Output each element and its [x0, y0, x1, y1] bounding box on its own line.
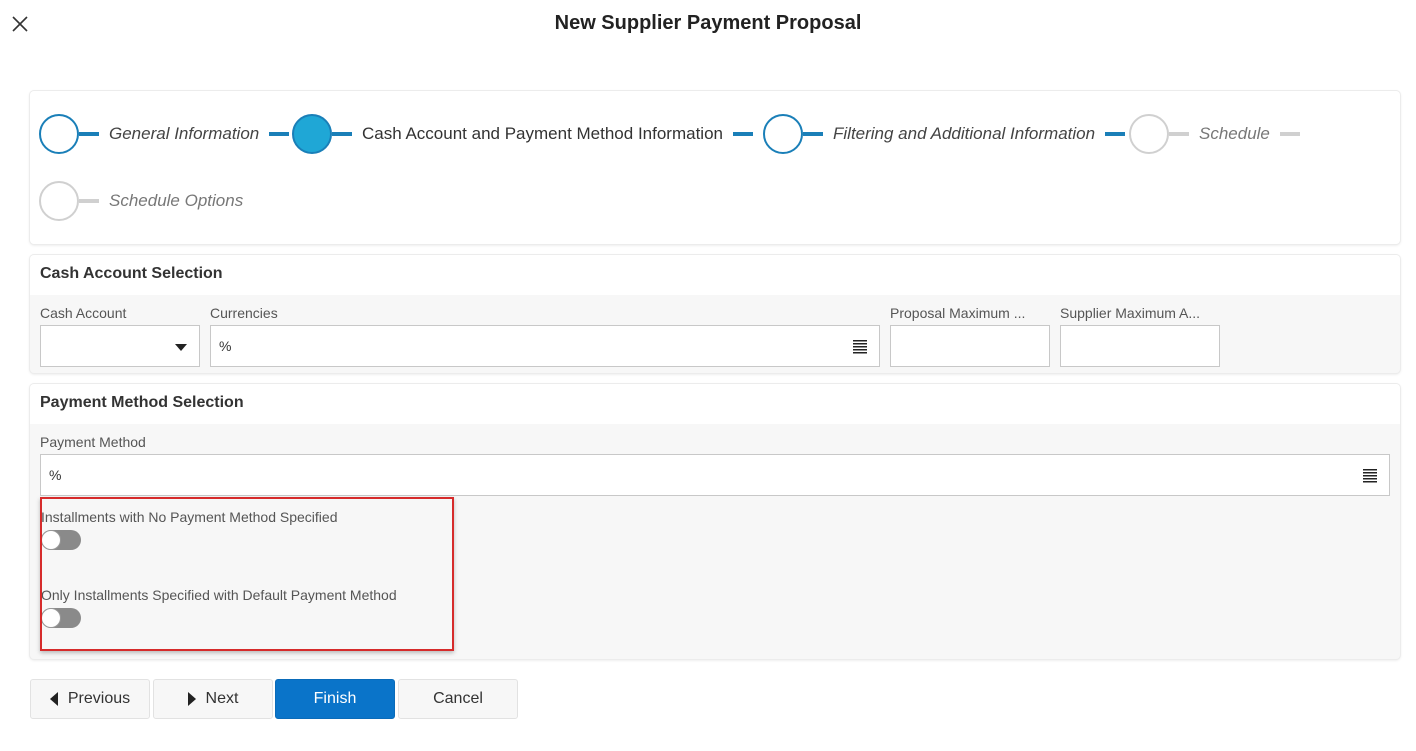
- step-filtering-additional-information[interactable]: Filtering and Additional Information: [763, 113, 1126, 155]
- step-indicator-icon: [39, 181, 79, 221]
- step-schedule[interactable]: Schedule: [1129, 113, 1300, 155]
- finish-label: Finish: [313, 690, 357, 707]
- no-payment-method-label: Installments with No Payment Method Spec…: [41, 509, 338, 525]
- caret-left-icon: [49, 692, 58, 706]
- supplier-maximum-label: Supplier Maximum A...: [1060, 305, 1201, 321]
- step-label: Filtering and Additional Information: [833, 124, 1096, 143]
- cash-account-panel: Cash Account Selection Cash Account Curr…: [30, 255, 1400, 373]
- toggle-knob: [41, 530, 61, 550]
- cash-account-section-title: Cash Account Selection: [30, 255, 1400, 295]
- list-icon[interactable]: [1363, 469, 1377, 483]
- step-cash-account-payment-method[interactable]: Cash Account and Payment Method Informat…: [292, 113, 753, 155]
- finish-button[interactable]: Finish: [275, 679, 395, 719]
- step-indicator-icon: [1129, 114, 1169, 154]
- cash-account-dropdown[interactable]: [40, 325, 200, 367]
- previous-label: Previous: [67, 690, 131, 707]
- cancel-label: Cancel: [433, 690, 483, 707]
- default-payment-method-toggle[interactable]: [41, 608, 81, 628]
- step-general-information[interactable]: General Information: [39, 113, 290, 155]
- payment-method-section-title: Payment Method Selection: [30, 384, 1400, 424]
- dialog-title: New Supplier Payment Proposal: [554, 12, 862, 34]
- payment-method-panel: Payment Method Selection Payment Method …: [30, 384, 1400, 659]
- payment-method-value: %: [49, 467, 62, 483]
- currencies-input[interactable]: %: [210, 325, 880, 367]
- toggle-knob: [41, 608, 61, 628]
- proposal-maximum-label: Proposal Maximum ...: [890, 305, 1026, 321]
- wizard-stepper: General Information Cash Account and Pay…: [30, 91, 1400, 244]
- list-icon[interactable]: [853, 340, 867, 354]
- step-label: Schedule: [1199, 124, 1270, 143]
- previous-button[interactable]: Previous: [30, 679, 150, 719]
- step-label: General Information: [109, 124, 260, 143]
- step-indicator-icon: [292, 114, 332, 154]
- currencies-value: %: [219, 338, 232, 354]
- step-label: Cash Account and Payment Method Informat…: [362, 124, 723, 143]
- cancel-button[interactable]: Cancel: [398, 679, 518, 719]
- cash-account-label: Cash Account: [40, 305, 127, 321]
- default-payment-method-label: Only Installments Specified with Default…: [41, 587, 397, 603]
- no-payment-method-toggle[interactable]: [41, 530, 81, 550]
- next-label: Next: [205, 690, 239, 707]
- step-label: Schedule Options: [109, 191, 244, 210]
- currencies-label: Currencies: [210, 305, 278, 321]
- caret-right-icon: [187, 692, 196, 706]
- supplier-maximum-input[interactable]: [1060, 325, 1220, 367]
- step-indicator-icon: [39, 114, 79, 154]
- payment-method-input[interactable]: %: [40, 454, 1390, 496]
- step-indicator-icon: [763, 114, 803, 154]
- step-schedule-options[interactable]: Schedule Options: [39, 180, 253, 222]
- next-button[interactable]: Next: [153, 679, 273, 719]
- chevron-down-icon: [175, 344, 187, 351]
- proposal-maximum-input[interactable]: [890, 325, 1050, 367]
- payment-method-label: Payment Method: [40, 434, 146, 450]
